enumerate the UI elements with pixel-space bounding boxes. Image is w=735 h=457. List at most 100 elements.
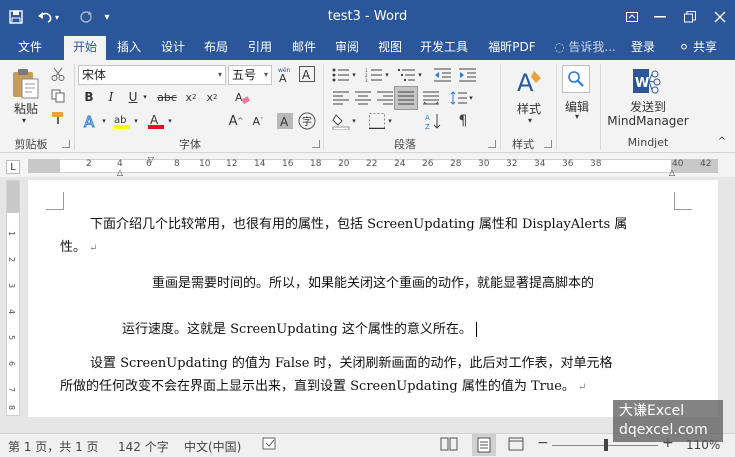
numbering-dropdown-icon[interactable]: ▾ bbox=[383, 65, 391, 85]
strikethrough-icon[interactable]: abc bbox=[155, 88, 179, 106]
bullets-icon[interactable] bbox=[330, 65, 352, 85]
font-color-dropdown-icon[interactable]: ▾ bbox=[166, 110, 174, 132]
tab-insert[interactable]: 插入 bbox=[110, 34, 148, 60]
superscript-icon[interactable]: x2 bbox=[203, 88, 221, 106]
show-marks-icon[interactable]: ¶ bbox=[452, 110, 474, 132]
tab-references[interactable]: 引用 bbox=[241, 34, 279, 60]
svg-text:A: A bbox=[302, 68, 311, 82]
borders-dropdown-icon[interactable]: ▾ bbox=[386, 110, 394, 132]
italic-icon[interactable]: I bbox=[102, 88, 120, 106]
bold-icon[interactable]: B bbox=[80, 88, 98, 106]
tell-me-search[interactable]: ◌ 告诉我... bbox=[550, 34, 620, 60]
shrink-font-icon[interactable]: Aˇ bbox=[248, 110, 268, 132]
find-icon[interactable] bbox=[562, 65, 590, 93]
proofing-icon[interactable] bbox=[262, 437, 278, 454]
character-border-icon[interactable]: A bbox=[297, 64, 317, 84]
collapse-ribbon-icon[interactable]: ^ bbox=[715, 134, 729, 148]
styles-launcher-icon[interactable] bbox=[544, 140, 552, 148]
highlight-dropdown-icon[interactable]: ▾ bbox=[132, 110, 140, 132]
text-effects-dropdown-icon[interactable]: ▾ bbox=[100, 110, 108, 132]
paste-icon[interactable] bbox=[8, 66, 42, 100]
restore-icon[interactable] bbox=[675, 0, 705, 34]
page-count[interactable]: 第 1 页，共 1 页 bbox=[8, 438, 99, 455]
numbering-icon[interactable]: 123 bbox=[363, 65, 385, 85]
paste-label[interactable]: 粘贴 bbox=[10, 100, 42, 117]
mindmanager-label[interactable]: MindManager bbox=[600, 114, 696, 128]
multilevel-dropdown-icon[interactable]: ▾ bbox=[416, 65, 424, 85]
font-color-icon[interactable]: A bbox=[146, 110, 166, 132]
tab-home[interactable]: 开始 bbox=[64, 36, 106, 60]
tab-foxit-pdf[interactable]: 福昕PDF bbox=[479, 34, 545, 60]
zoom-slider-thumb[interactable] bbox=[604, 439, 608, 451]
print-layout-icon[interactable] bbox=[472, 434, 496, 456]
align-left-icon[interactable] bbox=[330, 88, 352, 108]
multilevel-list-icon[interactable] bbox=[396, 65, 418, 85]
styles-icon[interactable]: A bbox=[512, 65, 546, 99]
ribbon-display-options-icon[interactable] bbox=[617, 0, 647, 34]
read-mode-icon[interactable] bbox=[440, 436, 458, 455]
paragraph-group-label: 段落 bbox=[394, 138, 416, 151]
tab-selector-icon[interactable]: L bbox=[6, 160, 20, 174]
paragraph-1-line-1: 下面介绍几个比较常用，也很有用的属性，包括 ScreenUpdating 属性和… bbox=[90, 217, 628, 232]
tab-file[interactable]: 文件 bbox=[6, 34, 54, 60]
paragraph-launcher-icon[interactable] bbox=[488, 140, 496, 148]
align-center-icon[interactable] bbox=[352, 88, 374, 108]
vertical-ruler[interactable]: 1 2 3 4 5 6 7 8 bbox=[6, 180, 20, 416]
group-divider bbox=[500, 64, 501, 150]
shading-dropdown-icon[interactable]: ▾ bbox=[350, 110, 358, 132]
copy-icon[interactable] bbox=[48, 87, 68, 105]
zoom-out-icon[interactable]: − bbox=[537, 435, 549, 451]
close-icon[interactable] bbox=[705, 0, 735, 34]
subscript-icon[interactable]: x2 bbox=[182, 88, 200, 106]
text-highlight-icon[interactable]: ab bbox=[112, 110, 132, 132]
tab-developer[interactable]: 开发工具 bbox=[413, 34, 475, 60]
sign-in-link[interactable]: 登录 bbox=[626, 34, 660, 60]
align-right-icon[interactable] bbox=[374, 88, 396, 108]
underline-dropdown-icon[interactable]: ▾ bbox=[140, 88, 150, 106]
styles-dropdown-icon[interactable]: ▾ bbox=[522, 116, 538, 125]
tab-review[interactable]: 审阅 bbox=[328, 34, 366, 60]
text-effects-icon[interactable]: A bbox=[80, 110, 102, 132]
minimize-icon[interactable] bbox=[645, 0, 675, 34]
tab-layout[interactable]: 布局 bbox=[197, 34, 235, 60]
clear-formatting-icon[interactable]: A bbox=[232, 87, 252, 107]
line-spacing-dropdown-icon[interactable]: ▾ bbox=[467, 88, 475, 108]
tab-design[interactable]: 设计 bbox=[154, 34, 192, 60]
horizontal-ruler[interactable]: L 2 4 6 8 10 12 14 16 18 20 22 24 26 28 … bbox=[0, 153, 735, 177]
font-name-value: 宋体 bbox=[82, 68, 107, 82]
language-indicator[interactable]: 中文(中国) bbox=[184, 438, 241, 455]
font-size-select[interactable]: 五号 ▾ bbox=[228, 65, 272, 85]
clipboard-launcher-icon[interactable] bbox=[62, 140, 70, 148]
styles-label[interactable]: 样式 bbox=[510, 100, 548, 117]
first-line-indent-marker-icon[interactable]: ▽ bbox=[145, 155, 157, 164]
borders-icon[interactable] bbox=[366, 110, 388, 132]
tab-view[interactable]: 视图 bbox=[371, 34, 409, 60]
tab-mailings[interactable]: 邮件 bbox=[285, 34, 323, 60]
justify-icon[interactable] bbox=[394, 86, 418, 110]
sort-icon[interactable]: AZ bbox=[423, 110, 445, 132]
shading-icon[interactable] bbox=[330, 110, 352, 132]
right-indent-marker-icon[interactable]: △ bbox=[666, 167, 678, 177]
document-page[interactable]: 下面介绍几个比较常用，也很有用的属性，包括 ScreenUpdating 属性和… bbox=[28, 180, 718, 417]
share-button[interactable]: ⚪ 共享 bbox=[665, 34, 731, 60]
decrease-indent-icon[interactable] bbox=[432, 65, 454, 85]
format-painter-icon[interactable] bbox=[48, 109, 68, 127]
send-to-label[interactable]: 发送到 bbox=[608, 98, 688, 115]
cut-icon[interactable] bbox=[48, 65, 68, 83]
grow-font-icon[interactable]: A ^ bbox=[226, 110, 246, 132]
text-cursor bbox=[475, 322, 477, 337]
paste-dropdown-icon[interactable]: ▾ bbox=[12, 116, 36, 125]
bullets-dropdown-icon[interactable]: ▾ bbox=[350, 65, 358, 85]
font-name-select[interactable]: 宋体 ▾ bbox=[78, 65, 226, 85]
editing-dropdown-icon[interactable]: ▾ bbox=[569, 112, 585, 121]
character-shading-icon[interactable]: A bbox=[275, 110, 295, 132]
web-layout-icon[interactable] bbox=[508, 436, 524, 455]
enclose-characters-icon[interactable]: 字 bbox=[297, 110, 317, 132]
word-count[interactable]: 142 个字 bbox=[118, 438, 169, 455]
increase-indent-icon[interactable] bbox=[457, 65, 479, 85]
hanging-indent-marker-icon[interactable]: △ bbox=[114, 167, 126, 177]
phonetic-guide-icon[interactable]: wén A bbox=[275, 64, 295, 84]
font-launcher-icon[interactable] bbox=[312, 140, 320, 148]
distributed-icon[interactable] bbox=[420, 88, 442, 108]
mindmanager-icon[interactable]: W bbox=[630, 65, 664, 97]
